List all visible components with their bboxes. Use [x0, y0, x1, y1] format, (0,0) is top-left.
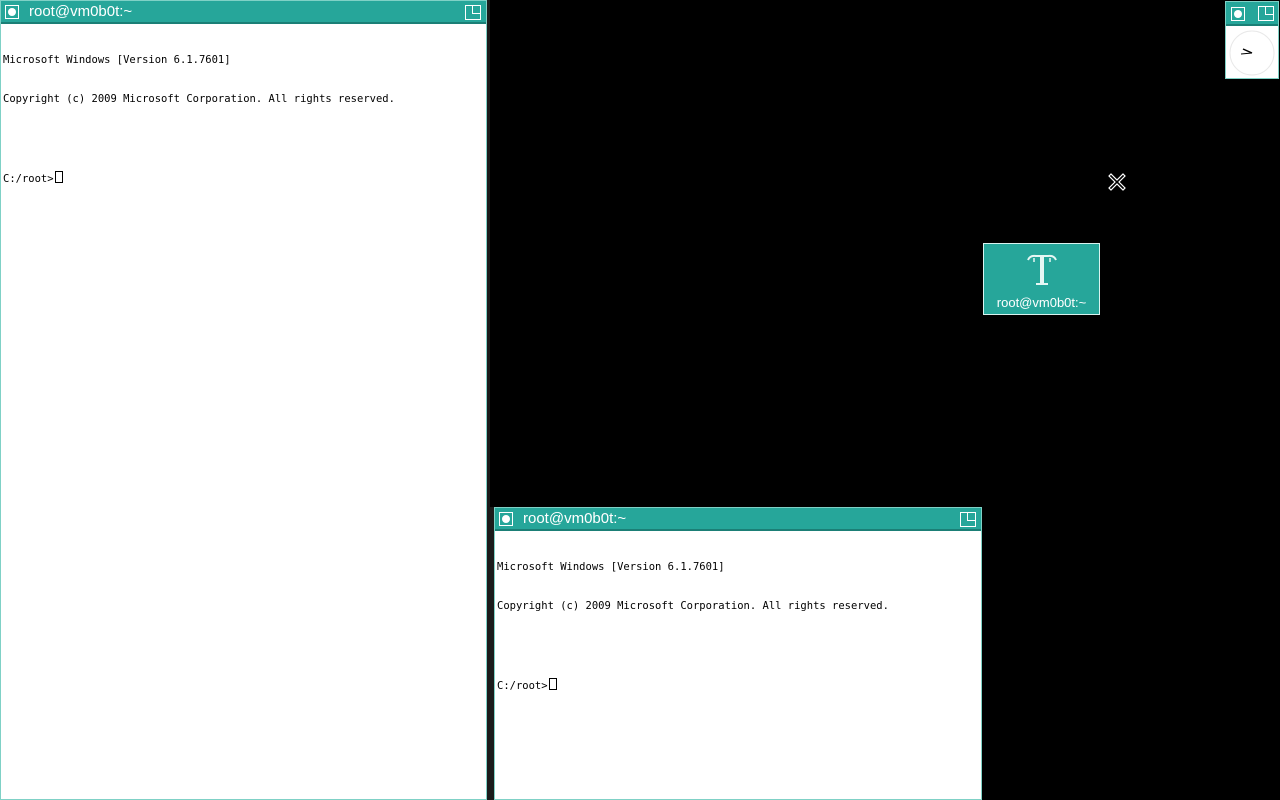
window-menu-icon: [8, 8, 16, 16]
window-menu-button[interactable]: [1231, 7, 1245, 21]
text-cursor: [548, 678, 557, 690]
terminal-prompt: C:/root>: [497, 680, 548, 692]
icon-label: root@vm0b0t:~: [996, 295, 1087, 310]
clock-widget[interactable]: [1225, 1, 1279, 79]
terminal-line: Microsoft Windows [Version 6.1.7601]: [3, 54, 231, 66]
maximize-button[interactable]: [960, 512, 976, 527]
maximize-icon: [1265, 6, 1274, 15]
terminal-prompt-line[interactable]: C:/root>: [3, 171, 486, 185]
clock-icon: [1229, 30, 1275, 76]
text-cursor: [54, 171, 63, 183]
window-menu-icon: [1234, 10, 1242, 18]
terminal-1-titlebar[interactable]: root@vm0b0t:~: [1, 1, 486, 24]
x-cursor-icon: [1108, 173, 1126, 191]
window-title: root@vm0b0t:~: [29, 3, 133, 20]
window-menu-icon: [502, 515, 510, 523]
terminal-2-titlebar[interactable]: root@vm0b0t:~: [495, 508, 981, 531]
maximize-icon: [967, 512, 976, 521]
maximize-button[interactable]: [465, 5, 481, 20]
terminal-icon: [1027, 254, 1057, 285]
window-title: root@vm0b0t:~: [523, 510, 627, 527]
terminal-prompt-line[interactable]: C:/root>: [497, 678, 981, 692]
terminal-1-output[interactable]: Microsoft Windows [Version 6.1.7601] Cop…: [3, 28, 486, 799]
terminal-line: Copyright (c) 2009 Microsoft Corporation…: [497, 600, 889, 612]
maximize-icon: [472, 5, 481, 14]
maximize-button[interactable]: [1258, 6, 1274, 21]
desktop[interactable]: root@vm0b0t:~ Microsoft Windows [Version…: [0, 0, 1280, 800]
window-menu-button[interactable]: [5, 5, 19, 19]
terminal-2-output[interactable]: Microsoft Windows [Version 6.1.7601] Cop…: [497, 535, 981, 799]
terminal-prompt: C:/root>: [3, 173, 54, 185]
iconified-terminal[interactable]: root@vm0b0t:~: [983, 243, 1100, 315]
terminal-window-1[interactable]: root@vm0b0t:~ Microsoft Windows [Version…: [0, 0, 487, 800]
terminal-line: Microsoft Windows [Version 6.1.7601]: [497, 561, 725, 573]
terminal-line: Copyright (c) 2009 Microsoft Corporation…: [3, 93, 395, 105]
clock-titlebar[interactable]: [1226, 2, 1278, 26]
terminal-window-2[interactable]: root@vm0b0t:~ Microsoft Windows [Version…: [494, 507, 982, 800]
window-menu-button[interactable]: [499, 512, 513, 526]
window-border: [490, 507, 494, 800]
